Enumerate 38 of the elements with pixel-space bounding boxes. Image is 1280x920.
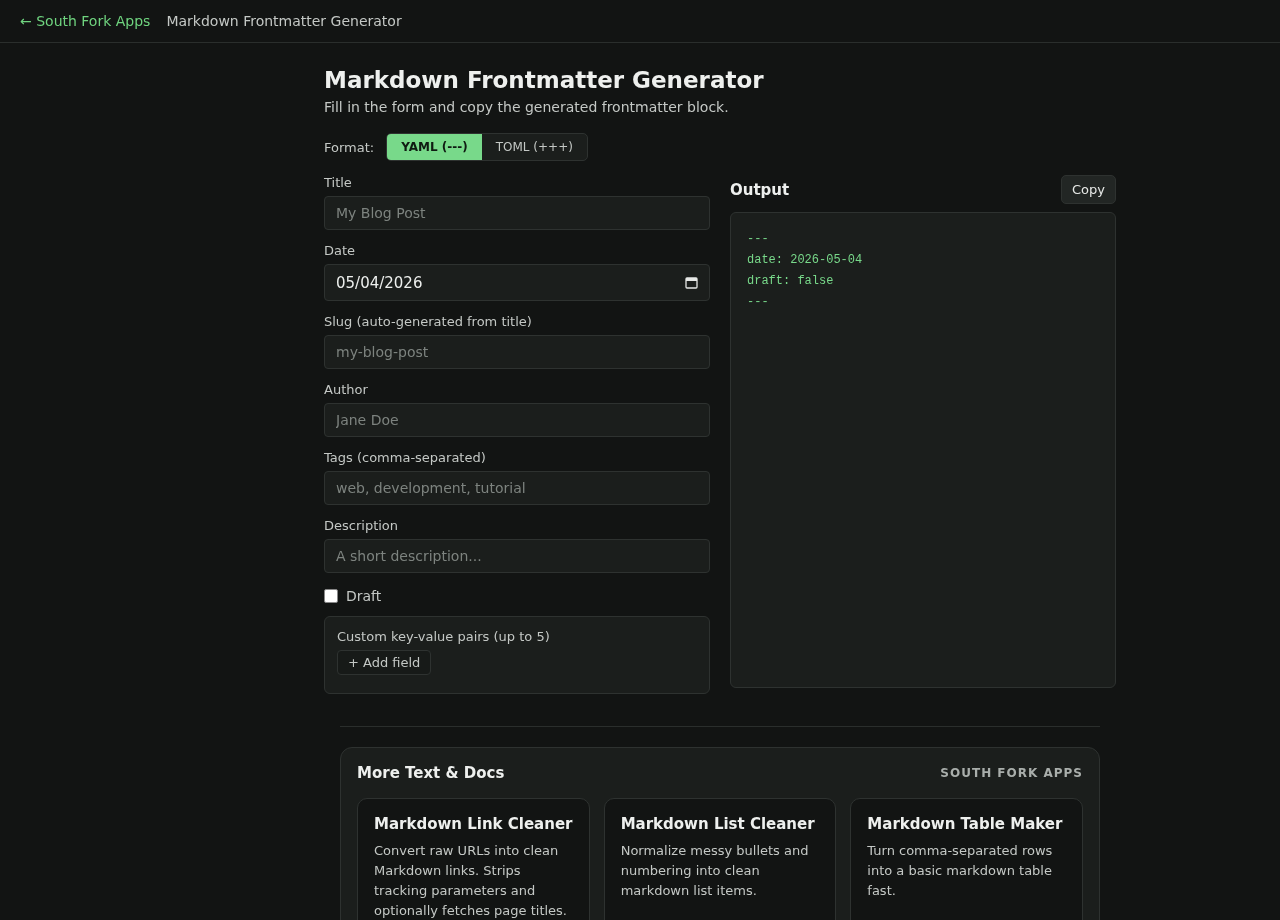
field-label: Author (324, 382, 369, 397)
field-label: Description (324, 518, 400, 533)
tool-card[interactable]: Markdown List Cleaner Normalize messy bullets and numbering into clean markdown list items. (603, 798, 837, 920)
format-option[interactable]: YAML (---) (387, 134, 482, 160)
field-label: Tags (comma-separated) (324, 450, 487, 465)
output-title: Output (730, 180, 790, 199)
card-title: Markdown List Cleaner (620, 815, 816, 833)
card-description: Normalize messy bullets and numbering into clean markdown list items. (620, 842, 810, 900)
subtitle: Fill in the form and copy the generated frontmatter block. (324, 99, 730, 115)
section-title: More Text & Docs (357, 764, 505, 782)
panel-label: Custom key-value pairs (up to 5) (337, 629, 551, 644)
page-title: Markdown Frontmatter Generator (166, 13, 402, 29)
brand-label: SOUTH FORK APPS (940, 766, 1083, 780)
text-field[interactable]: web, development, tutorial (324, 471, 710, 505)
card-description: Convert raw URLs into clean Markdown links. Strips tracking parameters and optionally fetches page titles. (374, 842, 568, 920)
card-title: Markdown Table Maker (867, 815, 1064, 833)
draft-checkbox[interactable] (324, 589, 338, 603)
format-option[interactable]: TOML (+++) (481, 134, 587, 160)
field-label: Date (324, 243, 357, 258)
format-label: Format: (324, 139, 375, 155)
add-field-button[interactable]: + Add field (337, 650, 432, 675)
back-link[interactable]: ← South Fork Apps (20, 13, 151, 29)
text-field[interactable]: A short description... (324, 539, 710, 573)
card-description: Turn comma-separated rows into a basic markdown table fast. (867, 842, 1054, 900)
heading: Markdown Frontmatter Generator (324, 67, 765, 93)
copy-button[interactable]: Copy (1061, 175, 1116, 204)
tool-card[interactable]: Markdown Table Maker Turn comma-separated rows into a basic markdown table fast. (850, 798, 1083, 920)
tool-card[interactable]: Markdown Link Cleaner Convert raw URLs into clean Markdown links. Strips tracking parameters and optionally fetches page titles. (357, 798, 590, 920)
text-field[interactable]: Jane Doe (324, 403, 710, 437)
date-field[interactable]: 05/04/2026 (324, 264, 710, 301)
field-label: Title (324, 175, 353, 190)
card-title: Markdown Link Cleaner (374, 815, 573, 833)
text-field[interactable]: my-blog-post (324, 335, 710, 369)
text-field[interactable]: My Blog Post (324, 196, 710, 230)
calendar-icon[interactable] (685, 276, 698, 289)
checkbox-label: Draft (346, 588, 382, 604)
field-label: Slug (auto-generated from title) (324, 314, 533, 329)
output-code: --- date: 2026-05-04 draft: false --- (730, 212, 1116, 688)
